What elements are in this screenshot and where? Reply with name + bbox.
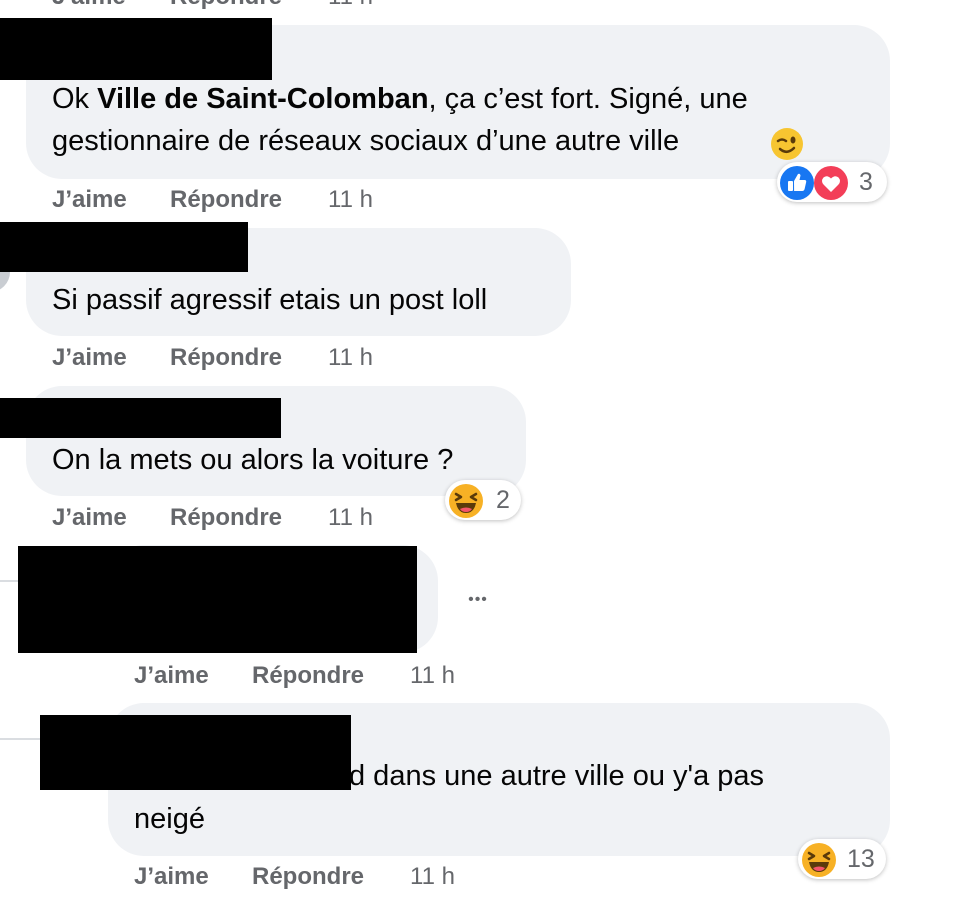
reply-link[interactable]: Répondre xyxy=(170,503,282,533)
reply-link[interactable]: Répondre xyxy=(170,0,282,12)
more-options-button[interactable]: ••• xyxy=(458,582,498,618)
redacted-author-name xyxy=(0,398,281,438)
mention-link[interactable]: Ville de Saint-Colomban xyxy=(97,83,428,115)
redacted-author-name xyxy=(0,18,272,80)
comment-actions: J’aime Répondre 11 h xyxy=(52,185,392,215)
comment-text-line: neigé xyxy=(134,803,205,835)
reaction-count: 3 xyxy=(859,168,873,196)
reply-link[interactable]: Répondre xyxy=(252,862,364,892)
like-link[interactable]: J’aime xyxy=(134,661,209,691)
redacted-author-name xyxy=(0,222,248,272)
like-icon xyxy=(780,166,814,200)
reaction-summary[interactable]: 3 xyxy=(777,162,887,202)
top-partial-actions: J'aime Répondre 11 h xyxy=(52,0,392,12)
comment-actions: J’aime Répondre 11 h xyxy=(134,661,474,691)
comment-actions: J’aime Répondre 11 h xyxy=(52,503,392,533)
comment-actions: J’aime Répondre 11 h xyxy=(134,862,474,892)
like-link[interactable]: J’aime xyxy=(52,503,127,533)
comment-text: On la mets ou alors la voiture ? xyxy=(52,444,454,476)
like-link[interactable]: J’aime xyxy=(52,185,127,215)
wink-emoji xyxy=(770,127,804,161)
timestamp[interactable]: 11 h xyxy=(328,343,373,373)
comment-text-line: gestionnaire de réseaux sociaux d’une au… xyxy=(52,125,680,157)
like-link[interactable]: J’aime xyxy=(134,862,209,892)
comment-text-line: d dans une autre ville ou y'a pas xyxy=(349,760,765,792)
reaction-summary[interactable]: 13 xyxy=(798,839,886,879)
reply-link[interactable]: Répondre xyxy=(170,185,282,215)
haha-icon xyxy=(802,843,836,877)
reaction-summary[interactable]: 2 xyxy=(445,480,521,520)
love-icon xyxy=(814,166,848,200)
like-link[interactable]: J'aime xyxy=(52,0,126,12)
timestamp[interactable]: 11 h xyxy=(410,862,455,892)
comment-text-line: Ok Ville de Saint-Colomban, ça c’est for… xyxy=(52,83,748,115)
reply-link[interactable]: Répondre xyxy=(170,343,282,373)
like-link[interactable]: J’aime xyxy=(52,343,127,373)
comment-actions: J’aime Répondre 11 h xyxy=(52,343,392,373)
reaction-count: 13 xyxy=(847,845,875,873)
timestamp[interactable]: 11 h xyxy=(410,661,455,691)
timestamp: 11 h xyxy=(328,0,373,12)
redacted-author-name xyxy=(40,715,351,790)
reaction-count: 2 xyxy=(496,486,510,514)
redacted-comment xyxy=(18,546,417,653)
timestamp[interactable]: 11 h xyxy=(328,185,373,215)
haha-icon xyxy=(449,484,483,518)
reply-link[interactable]: Répondre xyxy=(252,661,364,691)
timestamp[interactable]: 11 h xyxy=(328,503,373,533)
comment-text: Si passif agressif etais un post loll xyxy=(52,284,488,316)
